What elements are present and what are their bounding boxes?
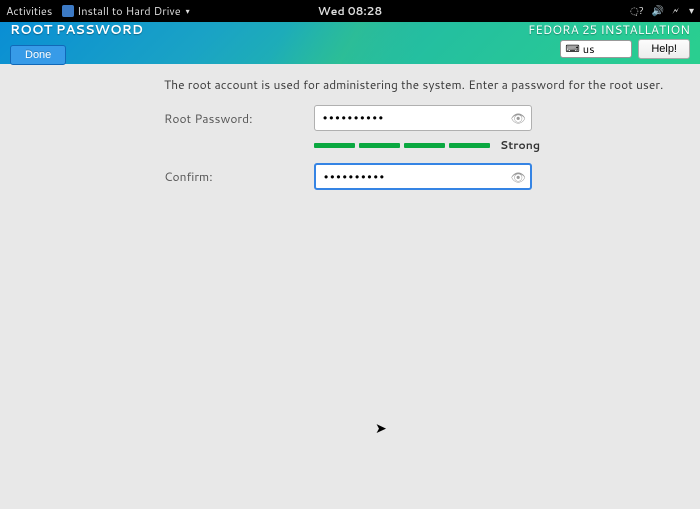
done-button[interactable]: Done [10,45,66,65]
help-button[interactable]: Help! [638,39,690,59]
installer-header: ROOT PASSWORD FEDORA 25 INSTALLATION Don… [0,22,700,64]
root-password-input-wrap: 👁 [314,105,532,131]
confirm-password-label: Confirm: [164,168,314,185]
topbar-right: ◌̣? 🔊 🗲 ▾ [630,4,694,18]
confirm-password-row: Confirm: 👁 [164,163,690,190]
eye-icon[interactable]: 👁 [511,110,526,127]
root-password-label: Root Password: [164,110,314,127]
strength-seg [449,143,490,148]
strength-seg [314,143,355,148]
confirm-password-input[interactable] [314,163,532,190]
gnome-topbar: Activities Install to Hard Drive ▾ Wed 0… [0,0,700,22]
app-menu-label: Install to Hard Drive [77,3,180,19]
strength-seg [359,143,400,148]
root-password-row: Root Password: 👁 [164,105,690,131]
accessibility-icon[interactable]: ◌̣? [630,4,644,18]
chevron-down-icon: ▾ [186,5,190,17]
keyboard-layout-label: us [583,41,595,57]
description-text: The root account is used for administeri… [164,76,690,93]
page-title: ROOT PASSWORD [10,21,143,39]
app-icon [62,5,74,17]
password-strength-row: Strong [314,137,690,153]
strength-meter [314,143,490,148]
topbar-left: Activities Install to Hard Drive ▾ [6,3,190,19]
installer-name: FEDORA 25 INSTALLATION [528,21,690,38]
app-menu[interactable]: Install to Hard Drive ▾ [62,3,189,19]
system-menu-icon[interactable]: ▾ [689,4,694,18]
battery-icon[interactable]: 🗲 [672,4,679,18]
confirm-password-input-wrap: 👁 [314,163,532,190]
eye-icon[interactable]: 👁 [511,168,526,185]
mouse-cursor-icon: ➤ [375,418,387,438]
strength-label: Strong [500,137,540,153]
strength-seg [404,143,445,148]
activities-button[interactable]: Activities [6,3,52,19]
clock[interactable]: Wed 08:28 [318,3,383,19]
keyboard-layout-select[interactable]: ⌨ us [560,40,632,58]
keyboard-icon: ⌨ [565,42,579,56]
root-password-input[interactable] [314,105,532,131]
volume-icon[interactable]: 🔊 [652,4,664,18]
content-area: The root account is used for administeri… [0,64,700,206]
